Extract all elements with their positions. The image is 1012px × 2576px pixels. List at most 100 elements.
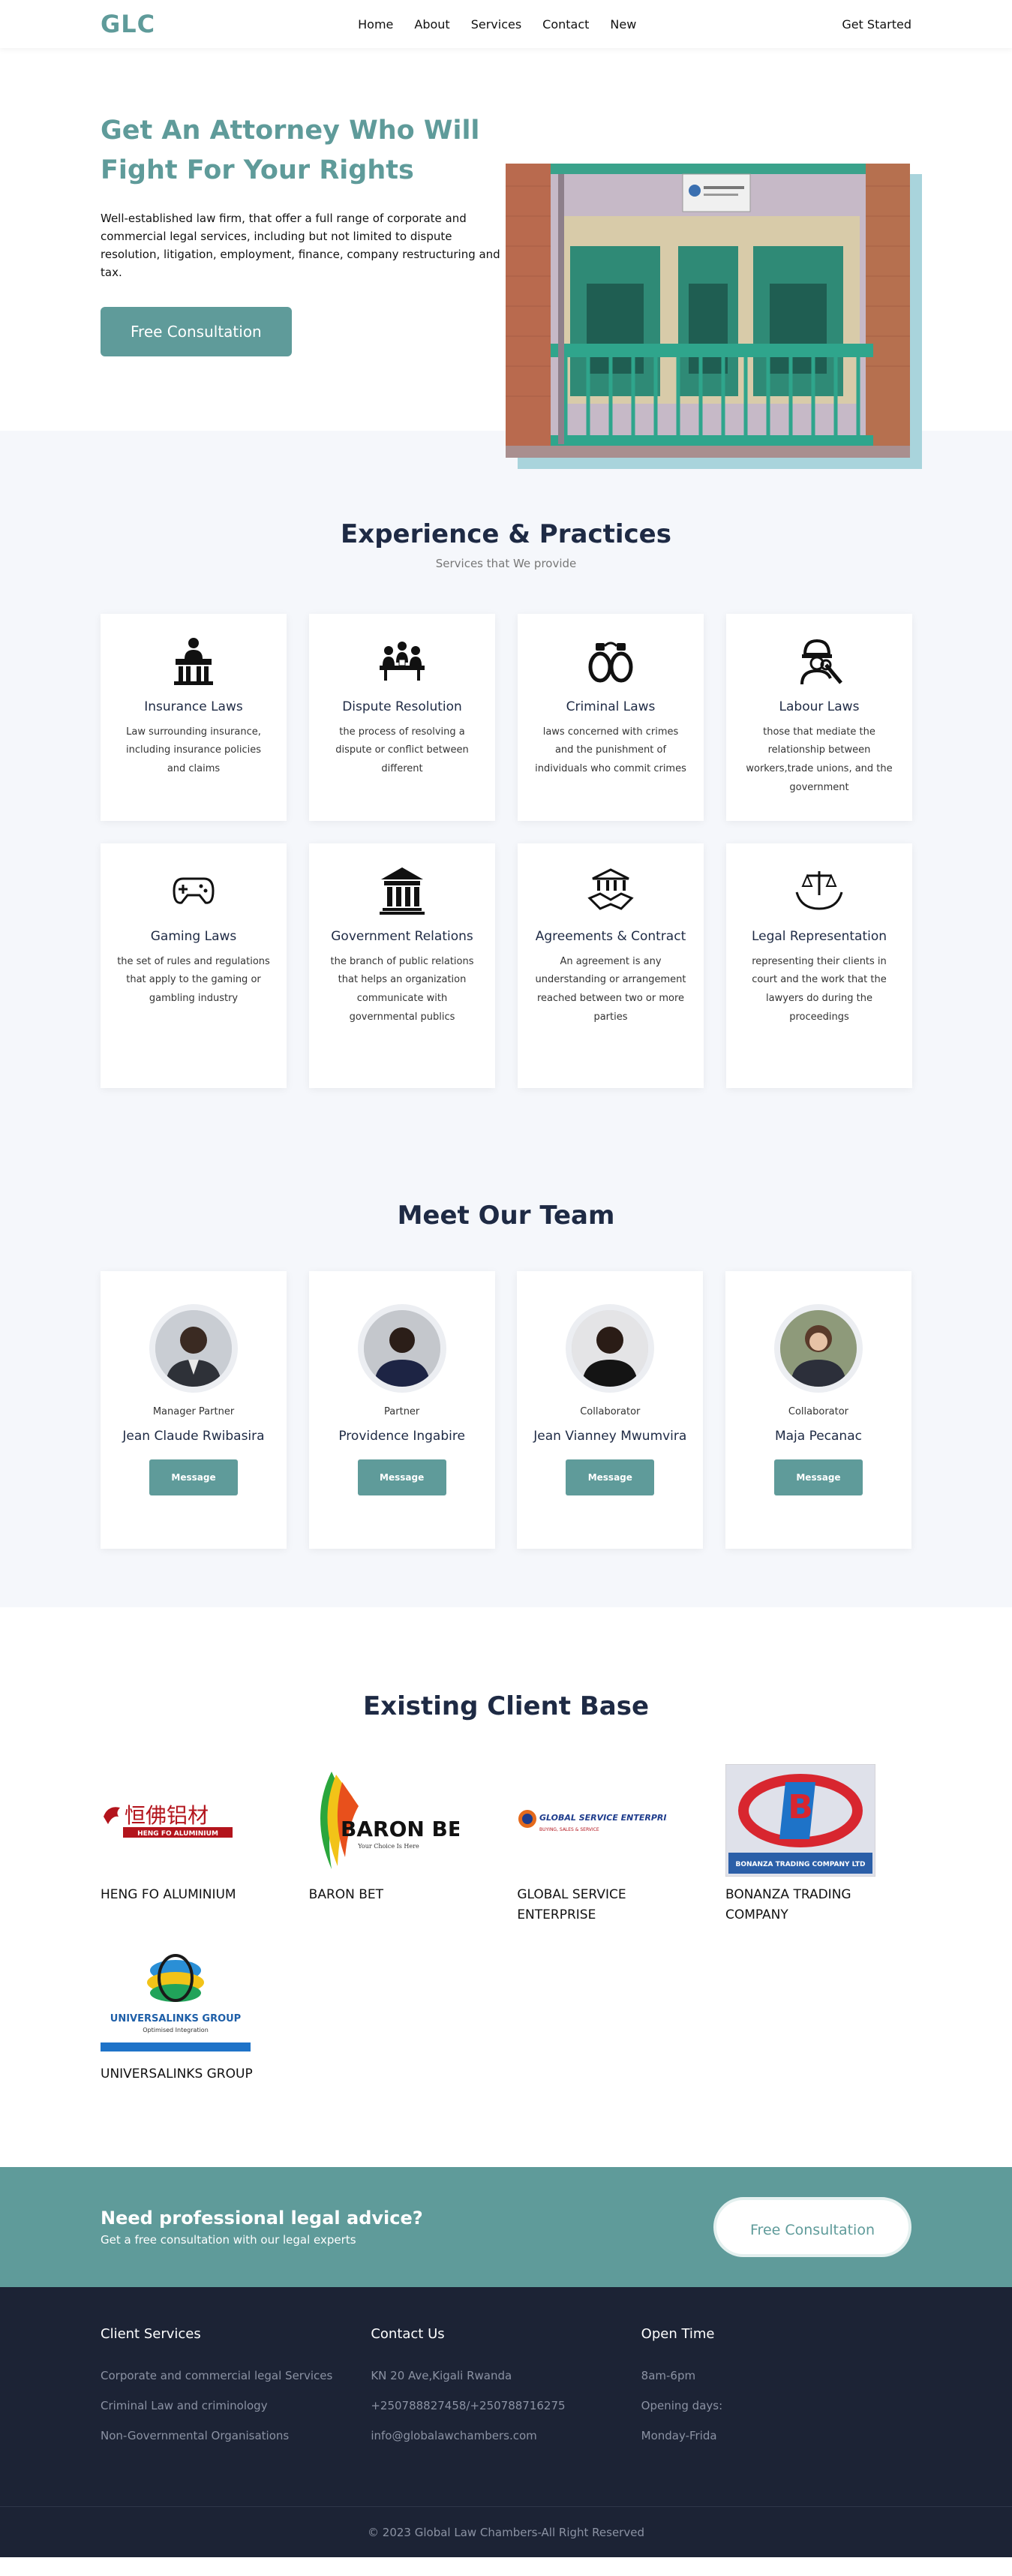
team-role: Manager Partner <box>152 1406 235 1417</box>
bonanza-logo-text: BONANZA TRADING COMPANY LTD <box>735 1861 865 1868</box>
practice-title: Labour Laws <box>779 699 860 714</box>
avatar <box>773 1304 863 1393</box>
nav-link-contact[interactable]: Contact <box>542 17 589 32</box>
practices-grid: Insurance Laws Law surrounding insurance… <box>101 614 912 1088</box>
footer-hours: 8am-6pm <box>641 2369 696 2382</box>
avatar <box>149 1304 238 1393</box>
clients-title: Existing Client Base <box>362 1691 650 1721</box>
team-name: Jean Vianney Mwumvira <box>533 1429 687 1444</box>
heng-fo-logo: 恒佛铝材 HENG FO ALUMINIUM <box>101 1763 287 1877</box>
practice-text: the process of resolving a dispute or co… <box>335 726 469 774</box>
baron-bet-logo-sub: Your Choice Is Here <box>357 1843 419 1850</box>
handcuffs-icon <box>584 635 637 687</box>
avatar <box>566 1304 655 1393</box>
message-button[interactable]: Message <box>773 1459 863 1496</box>
hero-description: Well-established law firm, that offer a … <box>101 212 500 279</box>
team-grid: Manager Partner Jean Claude Rwibasira Me… <box>101 1271 911 1549</box>
footer-column-services: Client Services Corporate and commercial… <box>101 2326 371 2459</box>
client-item: B BONANZA TRADING COMPANY LTD BONANZA TR… <box>725 1763 911 1925</box>
handshake-icon <box>584 864 637 917</box>
nav-link-new[interactable]: New <box>610 17 636 32</box>
footer: Client Services Corporate and commercial… <box>0 2287 1012 2557</box>
hero-section: Get An Attorney Who Will Fight For Your … <box>0 48 1012 469</box>
cta-subtitle: Get a free consultation with our legal e… <box>101 2233 356 2247</box>
footer-email[interactable]: info@globalawchambers.com <box>371 2429 641 2442</box>
universalinks-logo: UNIVERSALINKS GROUP Optimised Integratio… <box>101 1943 287 2057</box>
footer-link[interactable]: Criminal Law and criminology <box>101 2399 371 2412</box>
team-section: Meet Our Team Manager Partner Jean Claud… <box>0 1201 1012 1607</box>
footer-column-hours: Open Time 8am-6pm Opening days: Monday-F… <box>641 2326 911 2459</box>
footer-link[interactable]: Non-Governmental Organisations <box>101 2429 371 2442</box>
hero-title: Get An Attorney Who Will Fight For Your … <box>101 116 480 185</box>
team-name: Maja Pecanac <box>774 1429 862 1444</box>
team-role: Collaborator <box>788 1406 849 1417</box>
practice-card[interactable]: Agreements & Contract An agreement is an… <box>518 843 704 1088</box>
footer-link[interactable]: Corporate and commercial legal Services <box>101 2369 371 2382</box>
practice-title: Dispute Resolution <box>342 699 462 714</box>
practice-text: An agreement is any understanding or arr… <box>535 955 686 1023</box>
cta-free-consultation-button[interactable]: Free Consultation <box>713 2197 911 2257</box>
nav-link-home[interactable]: Home <box>358 17 393 32</box>
judge-podium-icon <box>167 635 220 687</box>
practice-card[interactable]: Dispute Resolution the process of resolv… <box>309 614 495 821</box>
message-button[interactable]: Message <box>149 1459 238 1496</box>
practice-text: laws concerned with crimes and the punis… <box>535 726 686 774</box>
footer-column-contact: Contact Us KN 20 Ave,Kigali Rwanda +2507… <box>371 2326 641 2459</box>
footer-days: Monday-Frida <box>641 2429 717 2442</box>
gamepad-icon <box>167 864 220 917</box>
clients-section: Existing Client Base 恒佛铝材 HENG FO ALUMIN… <box>0 1607 1012 2167</box>
client-name: UNIVERSALINKS GROUP <box>101 2067 253 2082</box>
heng-fo-logo-sub: HENG FO ALUMINIUM <box>137 1830 218 1838</box>
team-name: Jean Claude Rwibasira <box>122 1429 265 1444</box>
practice-text: Law surrounding insurance, including ins… <box>126 726 261 774</box>
footer-days-label: Opening days: <box>641 2399 723 2412</box>
nav-link-services[interactable]: Services <box>471 17 521 32</box>
practice-title: Criminal Laws <box>566 699 656 714</box>
practice-card[interactable]: Legal Representation representing their … <box>726 843 912 1088</box>
practice-card[interactable]: Criminal Laws laws concerned with crimes… <box>518 614 704 821</box>
government-building-icon <box>376 864 428 917</box>
message-button[interactable]: Message <box>566 1459 655 1496</box>
client-item: UNIVERSALINKS GROUP Optimised Integratio… <box>101 1943 287 2104</box>
get-started-link[interactable]: Get Started <box>842 17 911 32</box>
client-name: HENG FO ALUMINIUM <box>101 1887 236 1902</box>
svg-text:B: B <box>788 1788 813 1826</box>
nav-links: Home About Services Contact New <box>358 17 636 32</box>
global-service-logo-sub: BUYING, SALES & SERVICE <box>539 1827 599 1832</box>
practice-title: Government Relations <box>331 929 473 944</box>
footer-address: KN 20 Ave,Kigali Rwanda <box>371 2369 512 2382</box>
global-service-logo: GLOBAL SERVICE ENTERPRISE BUYING, SALES … <box>517 1763 703 1877</box>
footer-phone[interactable]: +250788827458/+250788716275 <box>371 2399 641 2412</box>
practice-card[interactable]: Government Relations the branch of publi… <box>309 843 495 1088</box>
client-item: 恒佛铝材 HENG FO ALUMINIUM HENG FO ALUMINIUM <box>101 1763 287 1925</box>
baron-bet-logo-text: BARON BET <box>341 1817 459 1841</box>
universalinks-logo-sub: Optimised Integration <box>143 2027 209 2033</box>
footer-heading: Contact Us <box>371 2326 445 2342</box>
free-consultation-button[interactable]: Free Consultation <box>101 307 292 356</box>
meeting-table-icon <box>376 635 428 687</box>
practice-title: Agreements & Contract <box>535 929 686 944</box>
practice-card[interactable]: Gaming Laws the set of rules and regulat… <box>101 843 287 1088</box>
universalinks-logo-text: UNIVERSALINKS GROUP <box>110 2013 241 2024</box>
practice-title: Gaming Laws <box>150 929 237 944</box>
client-grid: 恒佛铝材 HENG FO ALUMINIUM HENG FO ALUMINIUM… <box>101 1763 911 2104</box>
client-item: GLOBAL SERVICE ENTERPRISE BUYING, SALES … <box>517 1763 703 1925</box>
scales-hands-icon <box>793 864 845 917</box>
heng-fo-logo-text: 恒佛铝材 <box>125 1803 209 1828</box>
team-member-card: Collaborator Maja Pecanac Message <box>725 1271 911 1549</box>
message-button[interactable]: Message <box>357 1459 446 1496</box>
nav-link-about[interactable]: About <box>414 17 449 32</box>
client-name: BARON BET <box>308 1887 384 1902</box>
practice-card[interactable]: Insurance Laws Law surrounding insurance… <box>101 614 287 821</box>
client-item: BARON BET Your Choice Is Here BARON BET <box>309 1763 495 1925</box>
cta-title: Need professional legal advice? <box>101 2208 423 2229</box>
site-logo[interactable]: GLC <box>101 10 155 38</box>
footer-heading: Open Time <box>641 2326 715 2342</box>
avatar <box>357 1304 446 1393</box>
worker-tools-icon <box>793 635 845 687</box>
practices-title: Experience & Practices <box>341 519 671 549</box>
team-role: Partner <box>384 1406 420 1417</box>
practice-title: Legal Representation <box>751 929 887 944</box>
practice-card[interactable]: Labour Laws those that mediate the relat… <box>726 614 912 821</box>
team-member-card: Collaborator Jean Vianney Mwumvira Messa… <box>517 1271 704 1549</box>
